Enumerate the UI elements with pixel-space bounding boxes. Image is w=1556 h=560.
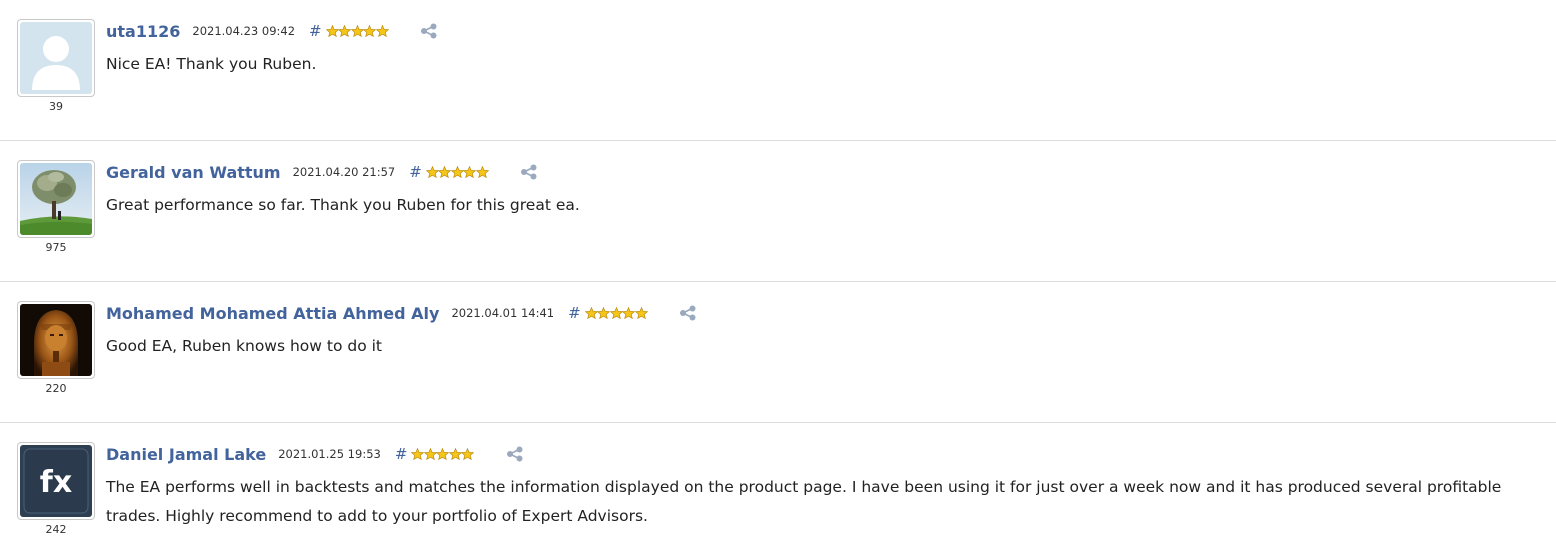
- star-icon: [584, 307, 598, 319]
- star-rating: [425, 166, 489, 178]
- author-name-link[interactable]: uta1126: [106, 22, 180, 41]
- author-rating: 242: [45, 523, 67, 536]
- star-rating: [584, 307, 648, 319]
- review-item: 220 Mohamed Mohamed Attia Ahmed Aly 2021…: [0, 282, 1556, 423]
- permalink-hash[interactable]: #: [568, 304, 581, 322]
- star-icon: [411, 448, 425, 460]
- permalink-hash[interactable]: #: [395, 445, 408, 463]
- author-rating: 220: [45, 382, 67, 395]
- review-text: The EA performs well in backtests and ma…: [106, 478, 1502, 525]
- star-icon: [338, 25, 352, 37]
- star-icon: [609, 307, 623, 319]
- review-header: Daniel Jamal Lake 2021.01.25 19:53 #: [106, 443, 524, 465]
- star-icon: [436, 448, 450, 460]
- avatar[interactable]: [17, 19, 95, 97]
- author-name-link[interactable]: Gerald van Wattum: [106, 163, 281, 182]
- permalink-hash[interactable]: #: [409, 163, 422, 181]
- review-date: 2021.04.23 09:42: [192, 24, 296, 38]
- share-icon[interactable]: [520, 164, 538, 180]
- default-user-icon: [20, 22, 92, 94]
- share-icon[interactable]: [679, 305, 697, 321]
- review-header: Gerald van Wattum 2021.04.20 21:57 #: [106, 161, 538, 183]
- star-icon: [375, 25, 389, 37]
- star-icon: [461, 448, 475, 460]
- review-item: 975 Gerald van Wattum 2021.04.20 21:57 #…: [0, 141, 1556, 282]
- star-icon: [423, 448, 437, 460]
- star-icon: [438, 166, 452, 178]
- star-icon: [448, 448, 462, 460]
- star-rating: [411, 448, 475, 460]
- review-text: Great performance so far. Thank you Rube…: [106, 196, 580, 214]
- star-icon: [325, 25, 339, 37]
- review-item: fx 242 Daniel Jamal Lake 2021.01.25 19:5…: [0, 423, 1556, 560]
- author-avatar-block: 975: [17, 160, 95, 254]
- star-icon: [450, 166, 464, 178]
- star-icon: [350, 25, 364, 37]
- fx-logo: fx: [20, 445, 92, 517]
- review-text: Nice EA! Thank you Ruben.: [106, 55, 317, 73]
- author-name-link[interactable]: Mohamed Mohamed Attia Ahmed Aly: [106, 304, 439, 323]
- review-date: 2021.04.20 21:57: [292, 165, 396, 179]
- pharaoh-statue-photo: [20, 304, 92, 376]
- fx-logo-text: fx: [40, 465, 72, 500]
- avatar[interactable]: fx: [17, 442, 95, 520]
- star-icon: [622, 307, 636, 319]
- avatar[interactable]: [17, 301, 95, 379]
- star-rating: [325, 25, 389, 37]
- author-avatar-block: fx 242: [17, 442, 95, 536]
- review-text: Good EA, Ruben knows how to do it: [106, 337, 383, 355]
- author-rating: 975: [45, 241, 67, 254]
- money-tree-photo: [20, 163, 92, 235]
- review-item: 39 uta1126 2021.04.23 09:42 # Nice EA! T…: [0, 0, 1556, 141]
- permalink-hash[interactable]: #: [309, 22, 322, 40]
- star-icon: [463, 166, 477, 178]
- star-icon: [425, 166, 439, 178]
- author-rating: 39: [49, 100, 63, 113]
- review-header: Mohamed Mohamed Attia Ahmed Aly 2021.04.…: [106, 302, 697, 324]
- reviews-list: 39 uta1126 2021.04.23 09:42 # Nice EA! T…: [0, 0, 1556, 560]
- review-date: 2021.01.25 19:53: [278, 447, 381, 461]
- share-icon[interactable]: [420, 23, 438, 39]
- review-date: 2021.04.01 14:41: [451, 306, 555, 320]
- author-avatar-block: 39: [17, 19, 95, 113]
- star-icon: [634, 307, 648, 319]
- avatar[interactable]: [17, 160, 95, 238]
- review-header: uta1126 2021.04.23 09:42 #: [106, 20, 438, 42]
- star-icon: [475, 166, 489, 178]
- author-name-link[interactable]: Daniel Jamal Lake: [106, 445, 266, 464]
- star-icon: [363, 25, 377, 37]
- author-avatar-block: 220: [17, 301, 95, 395]
- star-icon: [597, 307, 611, 319]
- share-icon[interactable]: [506, 446, 524, 462]
